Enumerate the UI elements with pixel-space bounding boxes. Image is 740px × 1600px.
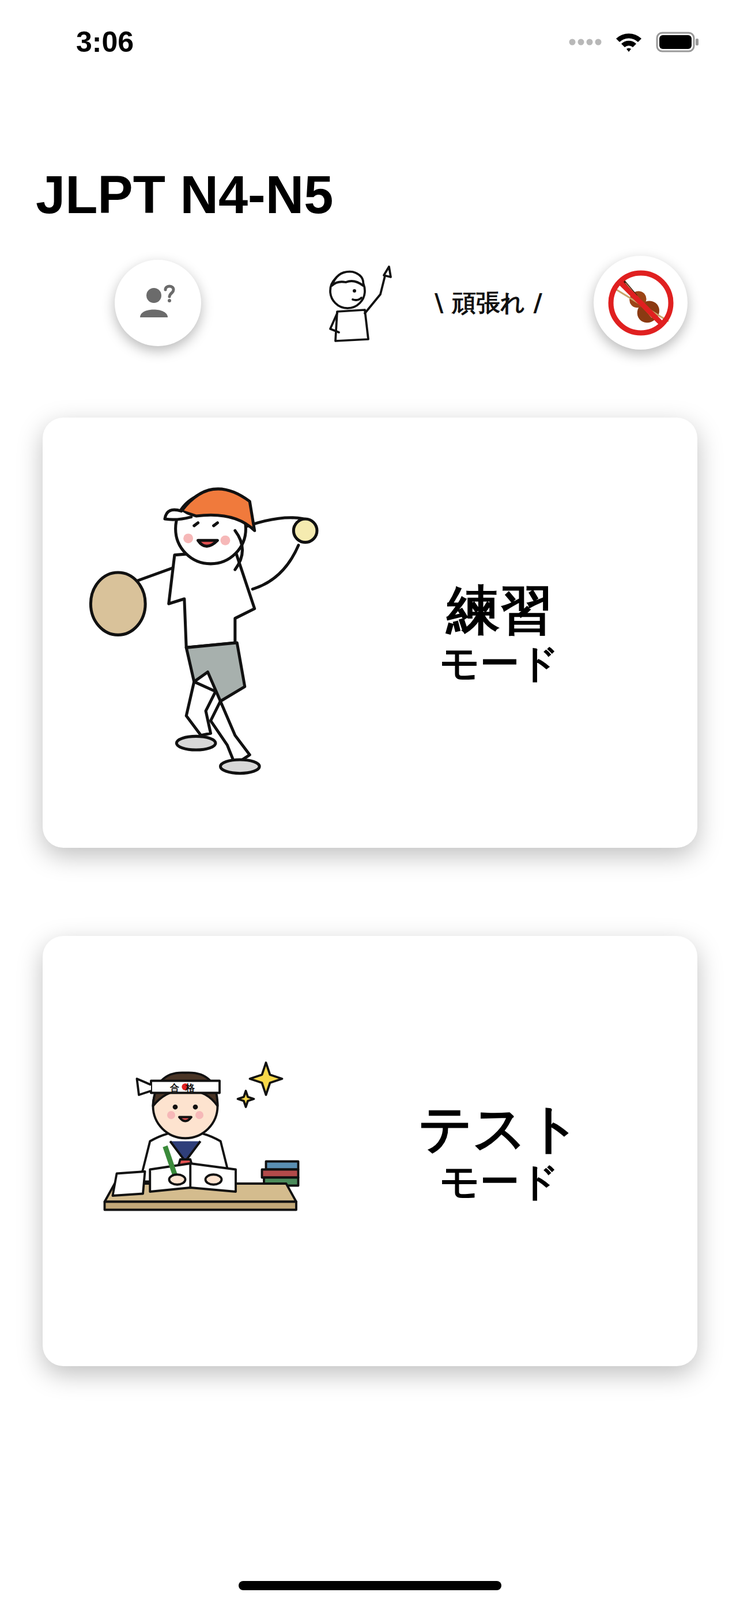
pitcher-illustration — [88, 472, 343, 795]
mode-subtitle: モード — [439, 641, 560, 687]
battery-icon — [655, 31, 700, 53]
home-screen: 3:06JLPT N4-N5\ 頑張れ /練習モード合格テストモード — [0, 0, 740, 1600]
header-row: \ 頑張れ / — [0, 255, 740, 351]
home-indicator[interactable] — [238, 1582, 502, 1592]
mode-card[interactable]: 練習モード — [42, 417, 698, 849]
mode-illustration: 合格 — [42, 936, 366, 1368]
mode-subtitle: モード — [439, 1160, 560, 1206]
profile-button[interactable] — [114, 259, 202, 347]
violin-sound-icon — [603, 266, 678, 341]
wifi-icon — [614, 31, 644, 54]
status-time: 3:06 — [76, 25, 134, 59]
muted-icon — [610, 273, 671, 334]
app-title: JLPT N4-N5 — [35, 163, 740, 227]
mode-title: 練習 — [446, 580, 553, 642]
status-icons — [568, 31, 700, 54]
signal-icon — [568, 38, 602, 47]
mode-label: テストモード — [365, 1099, 634, 1206]
profile-question-icon — [136, 281, 180, 325]
status-bar: 3:06 — [0, 0, 740, 84]
studying-student-illustration: 合格 — [94, 1051, 337, 1253]
headband-text: 合格 — [169, 1082, 201, 1094]
mode-illustration — [42, 417, 366, 849]
sound-toggle-button[interactable] — [593, 255, 688, 350]
mode-label: 練習モード — [365, 580, 634, 687]
mode-card[interactable]: 合格テストモード — [42, 936, 698, 1368]
cheer-text: \ 頑張れ / — [434, 287, 543, 320]
mascot-icon — [311, 259, 398, 347]
mode-list: 練習モード合格テストモード — [42, 417, 698, 1368]
mode-title: テスト — [418, 1099, 581, 1161]
